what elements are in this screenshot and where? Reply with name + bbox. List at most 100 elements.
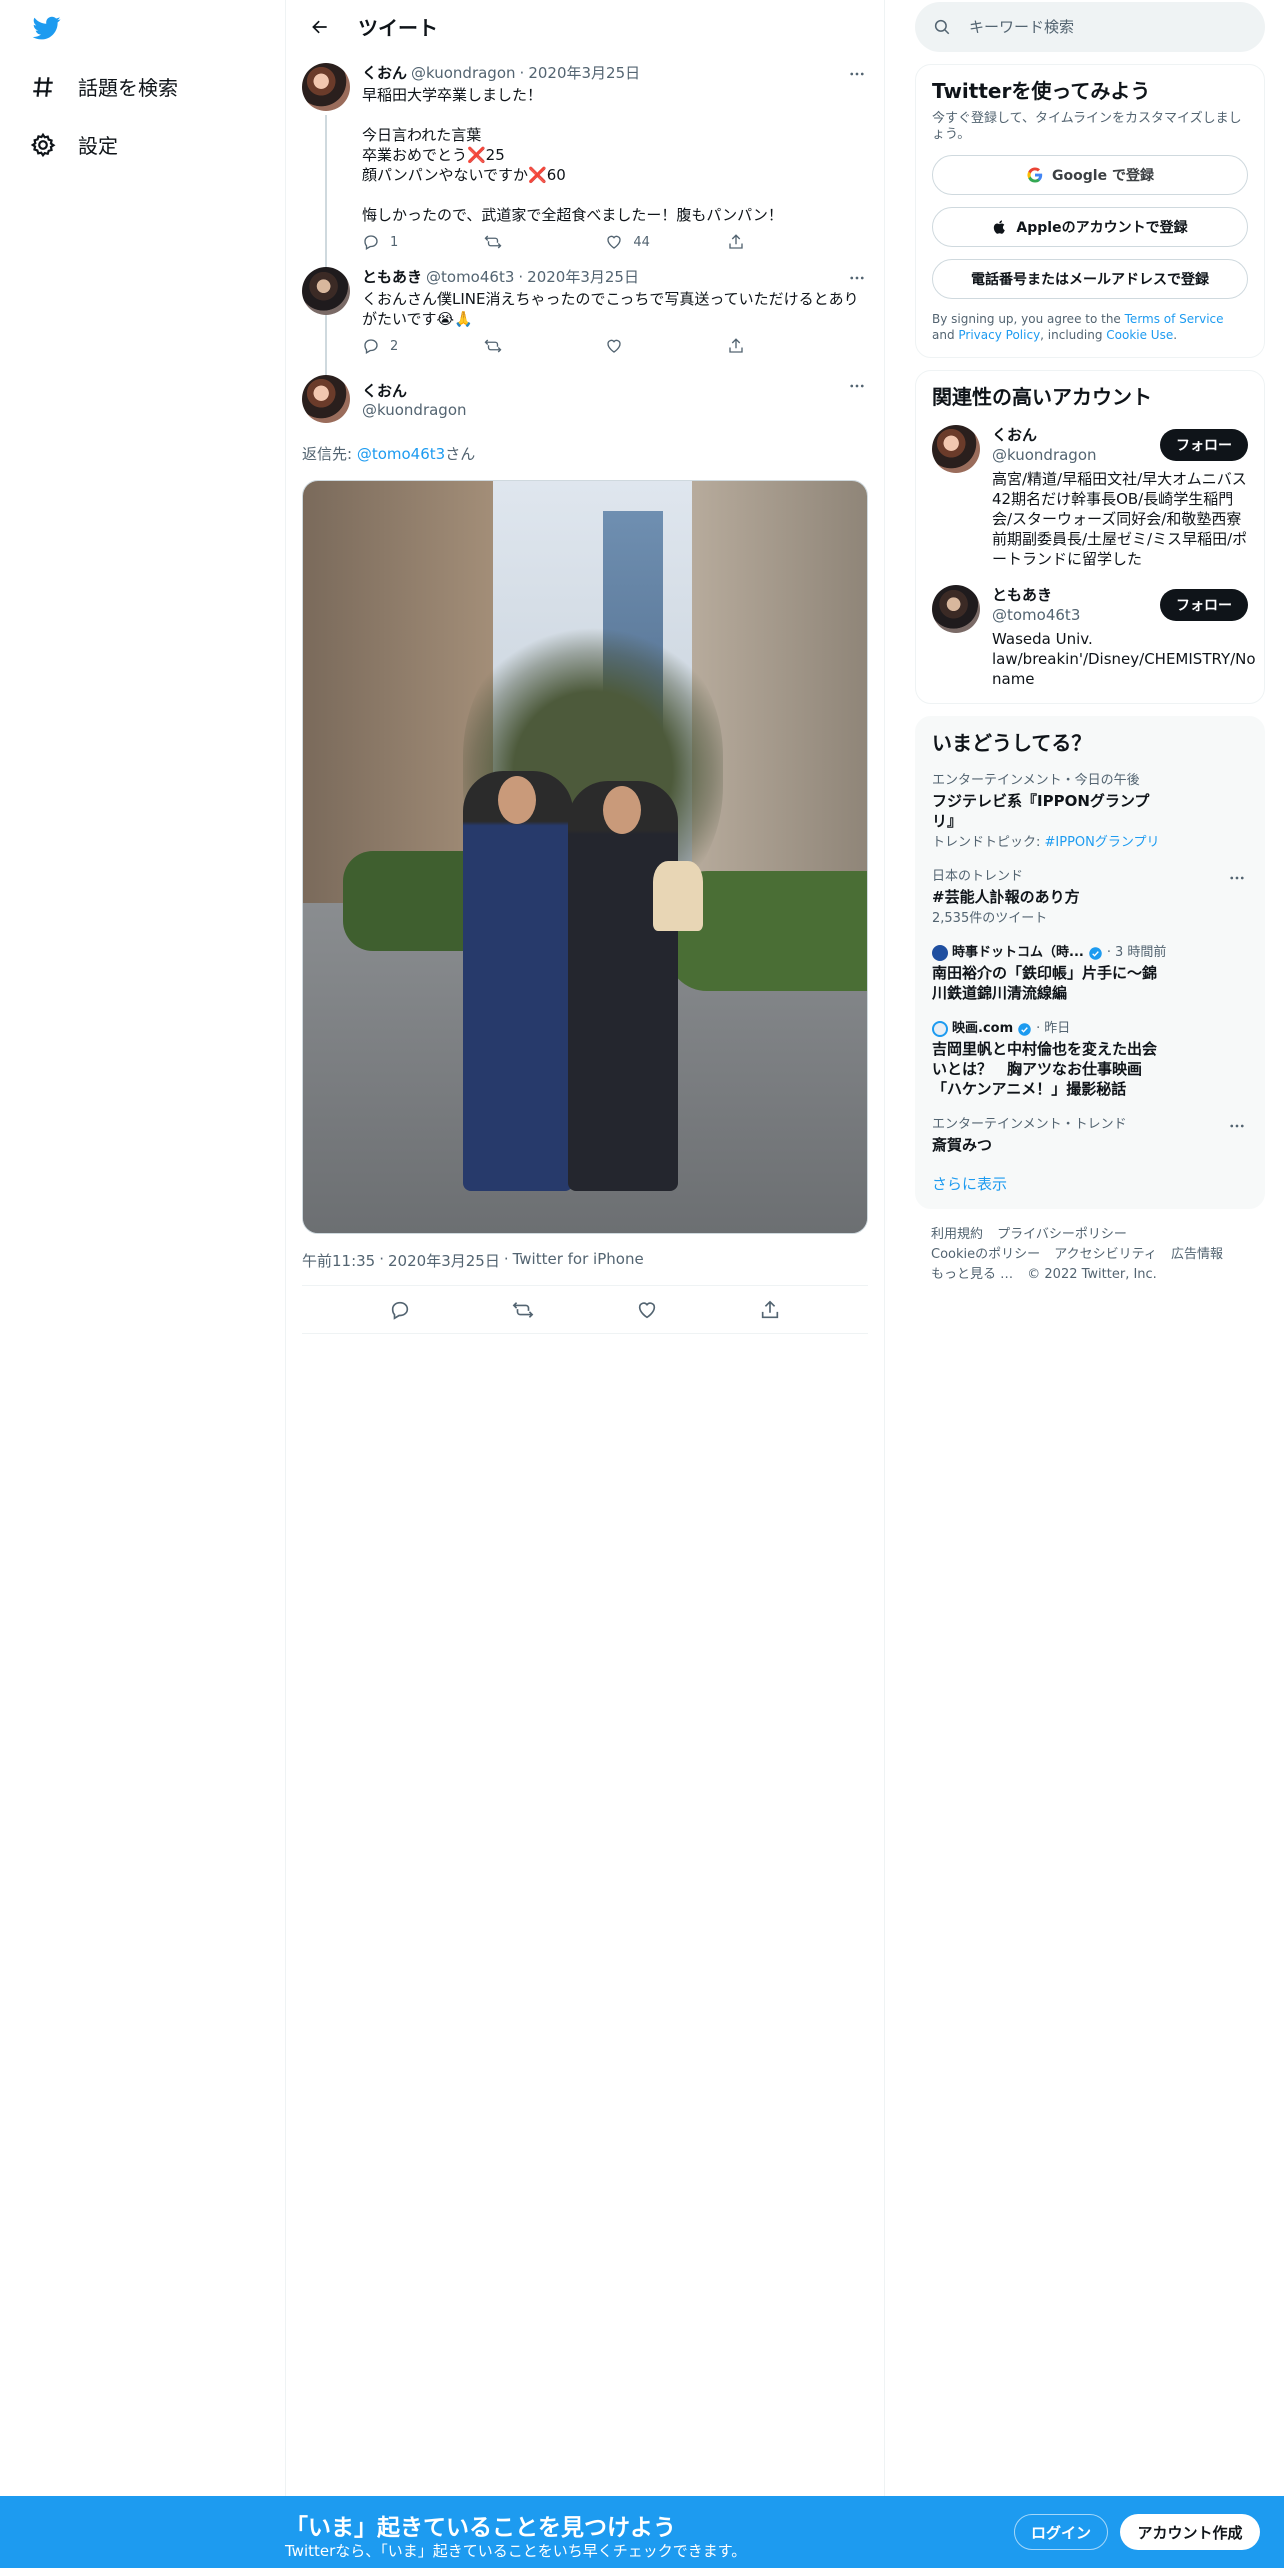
sidebar: Twitterを使ってみよう 今すぐ登録して、タイムラインをカスタマイズしましょ… — [915, 0, 1265, 1285]
phone-email-signup-button[interactable]: 電話番号またはメールアドレスで登録 — [932, 259, 1248, 299]
trend-topic-prefix: トレンドトピック: — [932, 835, 1045, 850]
back-button[interactable] — [302, 9, 338, 45]
separator-dot: · — [1036, 1021, 1041, 1036]
nav-settings[interactable]: 設定 — [30, 130, 118, 159]
trend-item[interactable]: エンターテインメント・トレンド 斎賀みつ — [932, 1117, 1248, 1155]
tweet-actions: 2 — [362, 337, 787, 355]
login-button[interactable]: ログイン — [1014, 2514, 1108, 2550]
footer-link-ads[interactable]: 広告情報 — [1171, 1247, 1223, 1262]
signup-button[interactable]: アカウント作成 — [1120, 2514, 1260, 2550]
retweet-button[interactable] — [512, 1299, 534, 1321]
like-button[interactable] — [605, 337, 665, 355]
news-item[interactable]: 映画.com · 昨日 吉岡里帆と中村倫也を変えた出会いとは？ 胸アツなお仕事映… — [932, 1021, 1248, 1099]
account-row[interactable]: くおん @kuondragon 高宮/精道/早稲田文社/早大オムニバス42期名だ… — [932, 425, 1248, 569]
signup-legal-text: By signing up, you agree to the Terms of… — [932, 311, 1248, 343]
reply-button[interactable]: 2 — [362, 337, 422, 355]
retweet-button[interactable] — [484, 337, 544, 355]
follow-button[interactable]: フォロー — [1160, 589, 1248, 621]
heart-icon — [607, 339, 621, 353]
more-options-button[interactable] — [846, 267, 868, 289]
verified-badge-icon — [1089, 946, 1102, 960]
thread-tweet[interactable]: くおん @kuondragon · 2020年3月25日 早稲田大学卒業しました… — [286, 53, 884, 325]
tweet-author-handle[interactable]: @tomo46t3 — [426, 267, 514, 287]
footer-link-more[interactable]: もっと見る … — [931, 1267, 1013, 1282]
trend-more-button[interactable] — [1228, 869, 1248, 889]
terms-link[interactable]: Terms of Service — [1125, 312, 1224, 326]
like-button[interactable]: 44 — [605, 233, 665, 251]
apple-icon — [994, 220, 1006, 234]
photo-face-left — [498, 776, 536, 824]
relevant-accounts-card: 関連性の高いアカウント くおん @kuondragon 高宮/精道/早稲田文社/… — [915, 370, 1265, 704]
apple-signup-button[interactable]: Appleのアカウントで登録 — [932, 207, 1248, 247]
more-options-button[interactable] — [846, 375, 868, 397]
privacy-link[interactable]: Privacy Policy — [958, 328, 1040, 342]
trend-item[interactable]: 日本のトレンド #芸能人訃報のあり方 2,535件のツイート — [932, 869, 1248, 927]
trend-topic-link[interactable]: #IPPONグランプリ — [1045, 835, 1160, 850]
trend-name: フジテレビ系『IPPONグランプリ』 — [932, 792, 1150, 830]
footer-link-terms[interactable]: 利用規約 — [931, 1227, 983, 1242]
reply-count: 1 — [390, 234, 399, 250]
tweet-date[interactable]: 2020年3月25日 — [388, 1250, 500, 1271]
trend-name: 斎賀みつ — [932, 1136, 993, 1154]
tweet-date[interactable]: 2020年3月25日 — [527, 267, 639, 287]
tweet-text: くおんさん僕LINE消えちゃったのでこっちで写真送っていただけるとありがたいです… — [362, 290, 859, 328]
account-bio: 高宮/精道/早稲田文社/早大オムニバス42期名だけ幹事長OB/長崎学生稲門会/ス… — [992, 470, 1248, 568]
news-source-icon — [932, 1021, 948, 1037]
news-source-line: 映画.com · 昨日 — [932, 1021, 1248, 1037]
share-button[interactable] — [759, 1299, 781, 1321]
footer-link-privacy[interactable]: プライバシーポリシー — [997, 1227, 1127, 1242]
avatar[interactable] — [302, 267, 350, 315]
tweet-text: 早稲田大学卒業しました！ 今日言われた言葉 卒業おめでとう❌25 顔パンパンやな… — [362, 86, 783, 224]
share-button[interactable] — [727, 337, 787, 355]
avatar[interactable] — [302, 63, 350, 111]
separator-dot: · — [519, 64, 525, 82]
tweet-author-name[interactable]: くおん — [362, 380, 463, 401]
share-button[interactable] — [727, 233, 787, 251]
cookie-link[interactable]: Cookie Use — [1106, 328, 1173, 342]
news-headline: 南田裕介の「鉄印帳」片手に～錦川鉄道錦川清流線編 — [932, 964, 1158, 1002]
tweet-author-name[interactable]: ともあき — [362, 267, 422, 287]
reply-button[interactable]: 1 — [362, 233, 422, 251]
reply-to-link[interactable]: @tomo46t3 — [357, 445, 445, 463]
more-dots-icon — [1230, 876, 1244, 880]
like-button[interactable] — [636, 1299, 658, 1321]
more-options-button[interactable] — [846, 63, 868, 85]
legal-end: . — [1173, 328, 1178, 342]
tweet-author-handle[interactable]: @kuondragon — [362, 401, 467, 419]
trend-category: エンターテインメント・今日の午後 — [932, 773, 1140, 788]
retweet-icon — [484, 235, 502, 249]
trend-item[interactable]: エンターテインメント・今日の午後 フジテレビ系『IPPONグランプリ』 トレンド… — [932, 773, 1248, 851]
trend-category: 日本のトレンド — [932, 869, 1024, 884]
trend-more-button[interactable] — [1228, 1117, 1248, 1137]
tweet-date[interactable]: 2020年3月25日 — [528, 63, 640, 83]
phone-email-signup-label: 電話番号またはメールアドレスで登録 — [971, 272, 1209, 288]
avatar[interactable] — [932, 425, 980, 473]
show-more-link[interactable]: さらに表示 — [932, 1173, 1248, 1194]
tweet-author-name[interactable]: くおん — [362, 63, 407, 83]
reply-button[interactable] — [389, 1299, 411, 1321]
avatar[interactable] — [932, 585, 980, 633]
search-box[interactable] — [915, 2, 1265, 52]
footer-link-accessibility[interactable]: アクセシビリティ — [1054, 1247, 1157, 1262]
separator-dot: · — [379, 1250, 385, 1268]
trends-card: いまどうしてる？ エンターテインメント・今日の午後 フジテレビ系『IPPONグラ… — [915, 716, 1265, 1209]
google-signup-button[interactable]: Google で登録 — [932, 155, 1248, 195]
tweet-photo[interactable] — [302, 480, 868, 1234]
thread-tweet[interactable]: ともあき @tomo46t3 · 2020年3月25日 くおんさん僕LINE消え… — [286, 261, 884, 383]
search-icon — [934, 19, 950, 35]
tweet-author-handle[interactable]: @kuondragon — [411, 63, 516, 83]
twitter-bird-icon[interactable] — [30, 14, 64, 42]
search-input[interactable] — [969, 18, 1239, 36]
account-row[interactable]: ともあき @tomo46t3 Waseda Univ. law/breakin'… — [932, 585, 1256, 689]
tweet-time[interactable]: 午前11:35 — [302, 1250, 375, 1271]
trend-tweet-count: 2,535件のツイート — [932, 911, 1048, 926]
avatar[interactable] — [302, 375, 350, 423]
photo-person-right — [568, 781, 678, 1191]
tweet-source[interactable]: Twitter for iPhone — [513, 1250, 644, 1271]
nav-explore[interactable]: 話題を検索 — [30, 72, 178, 101]
retweet-button[interactable] — [484, 233, 544, 251]
follow-button[interactable]: フォロー — [1160, 429, 1248, 461]
signup-subtitle: 今すぐ登録して、タイムラインをカスタマイズしましょう。 — [932, 111, 1242, 142]
footer-link-cookie[interactable]: Cookieのポリシー — [931, 1247, 1040, 1262]
news-item[interactable]: 時事ドットコム（時... · 3 時間前 南田裕介の「鉄印帳」片手に～錦川鉄道錦… — [932, 945, 1248, 1003]
